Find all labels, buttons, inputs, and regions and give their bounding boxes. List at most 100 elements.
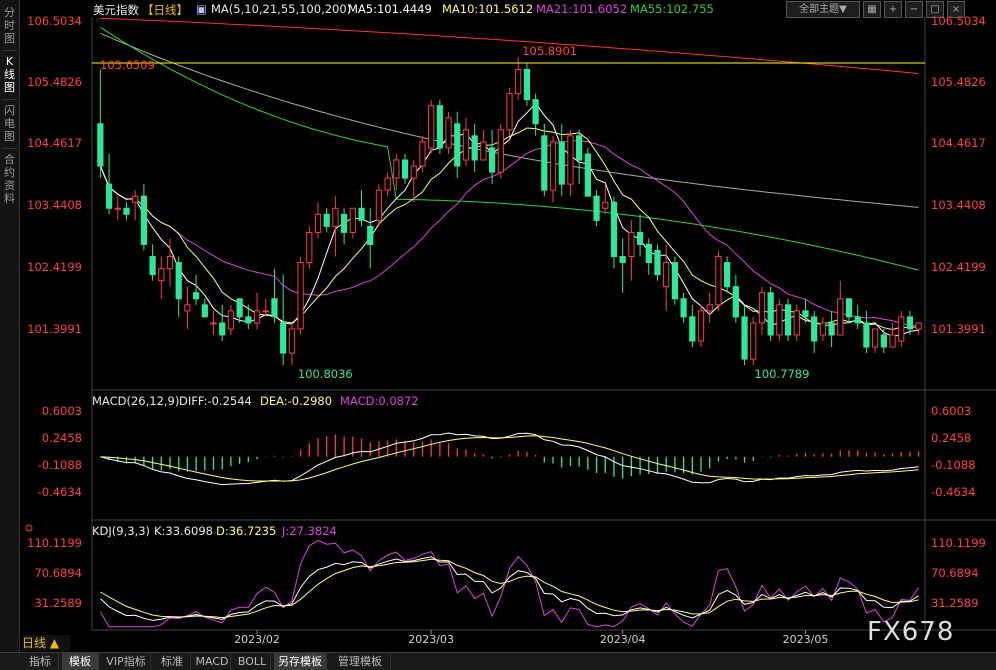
candle-body [724, 262, 731, 288]
candle-body [628, 231, 635, 258]
candle-body [471, 135, 478, 161]
watermark-logo: FX678 [867, 617, 955, 647]
y-tick-right: 102.4199 [931, 260, 986, 274]
kdj-tick-left: 110.1199 [27, 536, 82, 550]
candle-body [175, 262, 182, 300]
candle-body [97, 123, 104, 167]
candle-body [114, 207, 121, 210]
kdj-j-line [99, 539, 920, 628]
macd-tick-right: 0.2458 [931, 431, 971, 445]
candle-body [828, 322, 835, 336]
candle-body [515, 68, 522, 95]
period-selector[interactable]: 日线 ▲ [22, 635, 70, 651]
candle-body [140, 195, 147, 245]
macd-tick-right: -0.1088 [931, 458, 975, 472]
candle-body [915, 322, 922, 330]
candle-body [445, 117, 452, 149]
candle-body [906, 316, 914, 330]
bottom-tab-3[interactable]: 标准 [154, 653, 191, 670]
candle-body [201, 304, 208, 318]
candle-body [454, 123, 461, 167]
candle-body [636, 231, 644, 245]
tab-kline[interactable]: K线图 [0, 55, 19, 94]
candle-body [219, 322, 226, 336]
macd-tick-left: 0.6003 [42, 404, 82, 418]
bottom-tab-5[interactable]: BOLL [234, 653, 271, 670]
macd-diff-line [100, 432, 919, 486]
candle-body [158, 268, 165, 282]
bottom-tab-6[interactable]: 另存模板 [274, 653, 327, 670]
y-tick-left: 102.4199 [27, 260, 82, 274]
bottom-tab-1[interactable]: 模板 [62, 653, 99, 670]
candle-body [419, 141, 426, 167]
chart-canvas[interactable]: 106.5034 106.5034 105.4826 105.4826 104.4617… [20, 0, 996, 652]
x-axis-label: 2023/02 [234, 633, 280, 646]
y-tick-right: 103.4408 [931, 198, 986, 212]
candle-body [619, 256, 626, 264]
candle-body [610, 201, 618, 258]
tab-lightning[interactable]: 闪电图 [0, 104, 19, 143]
candle-body [898, 316, 905, 342]
macd-diff: DIFF:-0.2544 [179, 394, 252, 408]
candle-body [297, 262, 304, 330]
candle-body [262, 310, 269, 313]
candle-body [880, 334, 887, 348]
period-label: 日线 [22, 636, 47, 650]
divider [2, 148, 17, 149]
candle-body [428, 105, 435, 149]
y-tick-left: 101.3991 [27, 322, 82, 336]
candle-body [227, 310, 235, 330]
candle-body [123, 207, 130, 215]
tab-timeshare[interactable]: 分时图 [0, 6, 19, 45]
kdj-j: J:27.3824 [281, 524, 337, 538]
candle-body [706, 304, 713, 312]
candle-body [462, 129, 470, 161]
x-axis-label: 2023/05 [783, 633, 829, 646]
candle-body [288, 328, 295, 354]
divider [2, 50, 17, 51]
divider [2, 99, 17, 100]
macd-value: MACD:0.0872 [340, 394, 419, 408]
candle-body [697, 310, 705, 342]
candle-body [776, 304, 783, 336]
macd-tick-left: 0.2458 [42, 431, 82, 445]
bottom-tab-7[interactable]: 管理模板 [330, 653, 391, 670]
candle-body [576, 135, 583, 161]
high-annotation: 105.8901 [522, 44, 577, 58]
candle-body [245, 316, 252, 324]
kdj-tick-left: 31.2589 [34, 596, 82, 610]
candle-body [332, 207, 339, 227]
x-axis-label: 2023/03 [408, 633, 454, 646]
tab-contract-info[interactable]: 合约资料 [0, 153, 19, 205]
candle-body [663, 262, 670, 288]
candle-body [889, 334, 896, 348]
kdj-tick-right: 70.6894 [931, 566, 979, 580]
ma5-line [99, 102, 919, 337]
candle-body [549, 141, 557, 191]
y-tick-right: 106.5034 [931, 14, 986, 28]
candle-body [314, 213, 322, 233]
candle-body [393, 159, 400, 179]
candle-body [541, 135, 548, 191]
candle-body [802, 310, 809, 318]
candle-body [811, 316, 818, 342]
candle-body [506, 93, 513, 131]
kdj-title: KDJ(9,3,3) [92, 524, 150, 538]
candle-body [567, 135, 574, 185]
y-tick-left: 106.5034 [27, 14, 82, 28]
candle-body [358, 207, 365, 221]
hline-label: 105.6509 [100, 58, 155, 72]
candle-body [793, 310, 800, 336]
bottom-tab-0[interactable]: 指标 [22, 653, 59, 670]
ma10-line [99, 127, 919, 331]
bottom-tab-2[interactable]: VIP指标 [102, 653, 151, 670]
candle-body [654, 250, 661, 276]
candle-body [306, 231, 313, 264]
candle-body [210, 322, 217, 325]
candle-body [340, 213, 348, 233]
candle-body [715, 256, 722, 306]
ma21-line [99, 140, 919, 327]
candle-body [680, 298, 687, 318]
low-annotation-apr: 100.7789 [755, 367, 810, 381]
bottom-tab-4[interactable]: MACD [194, 653, 231, 670]
